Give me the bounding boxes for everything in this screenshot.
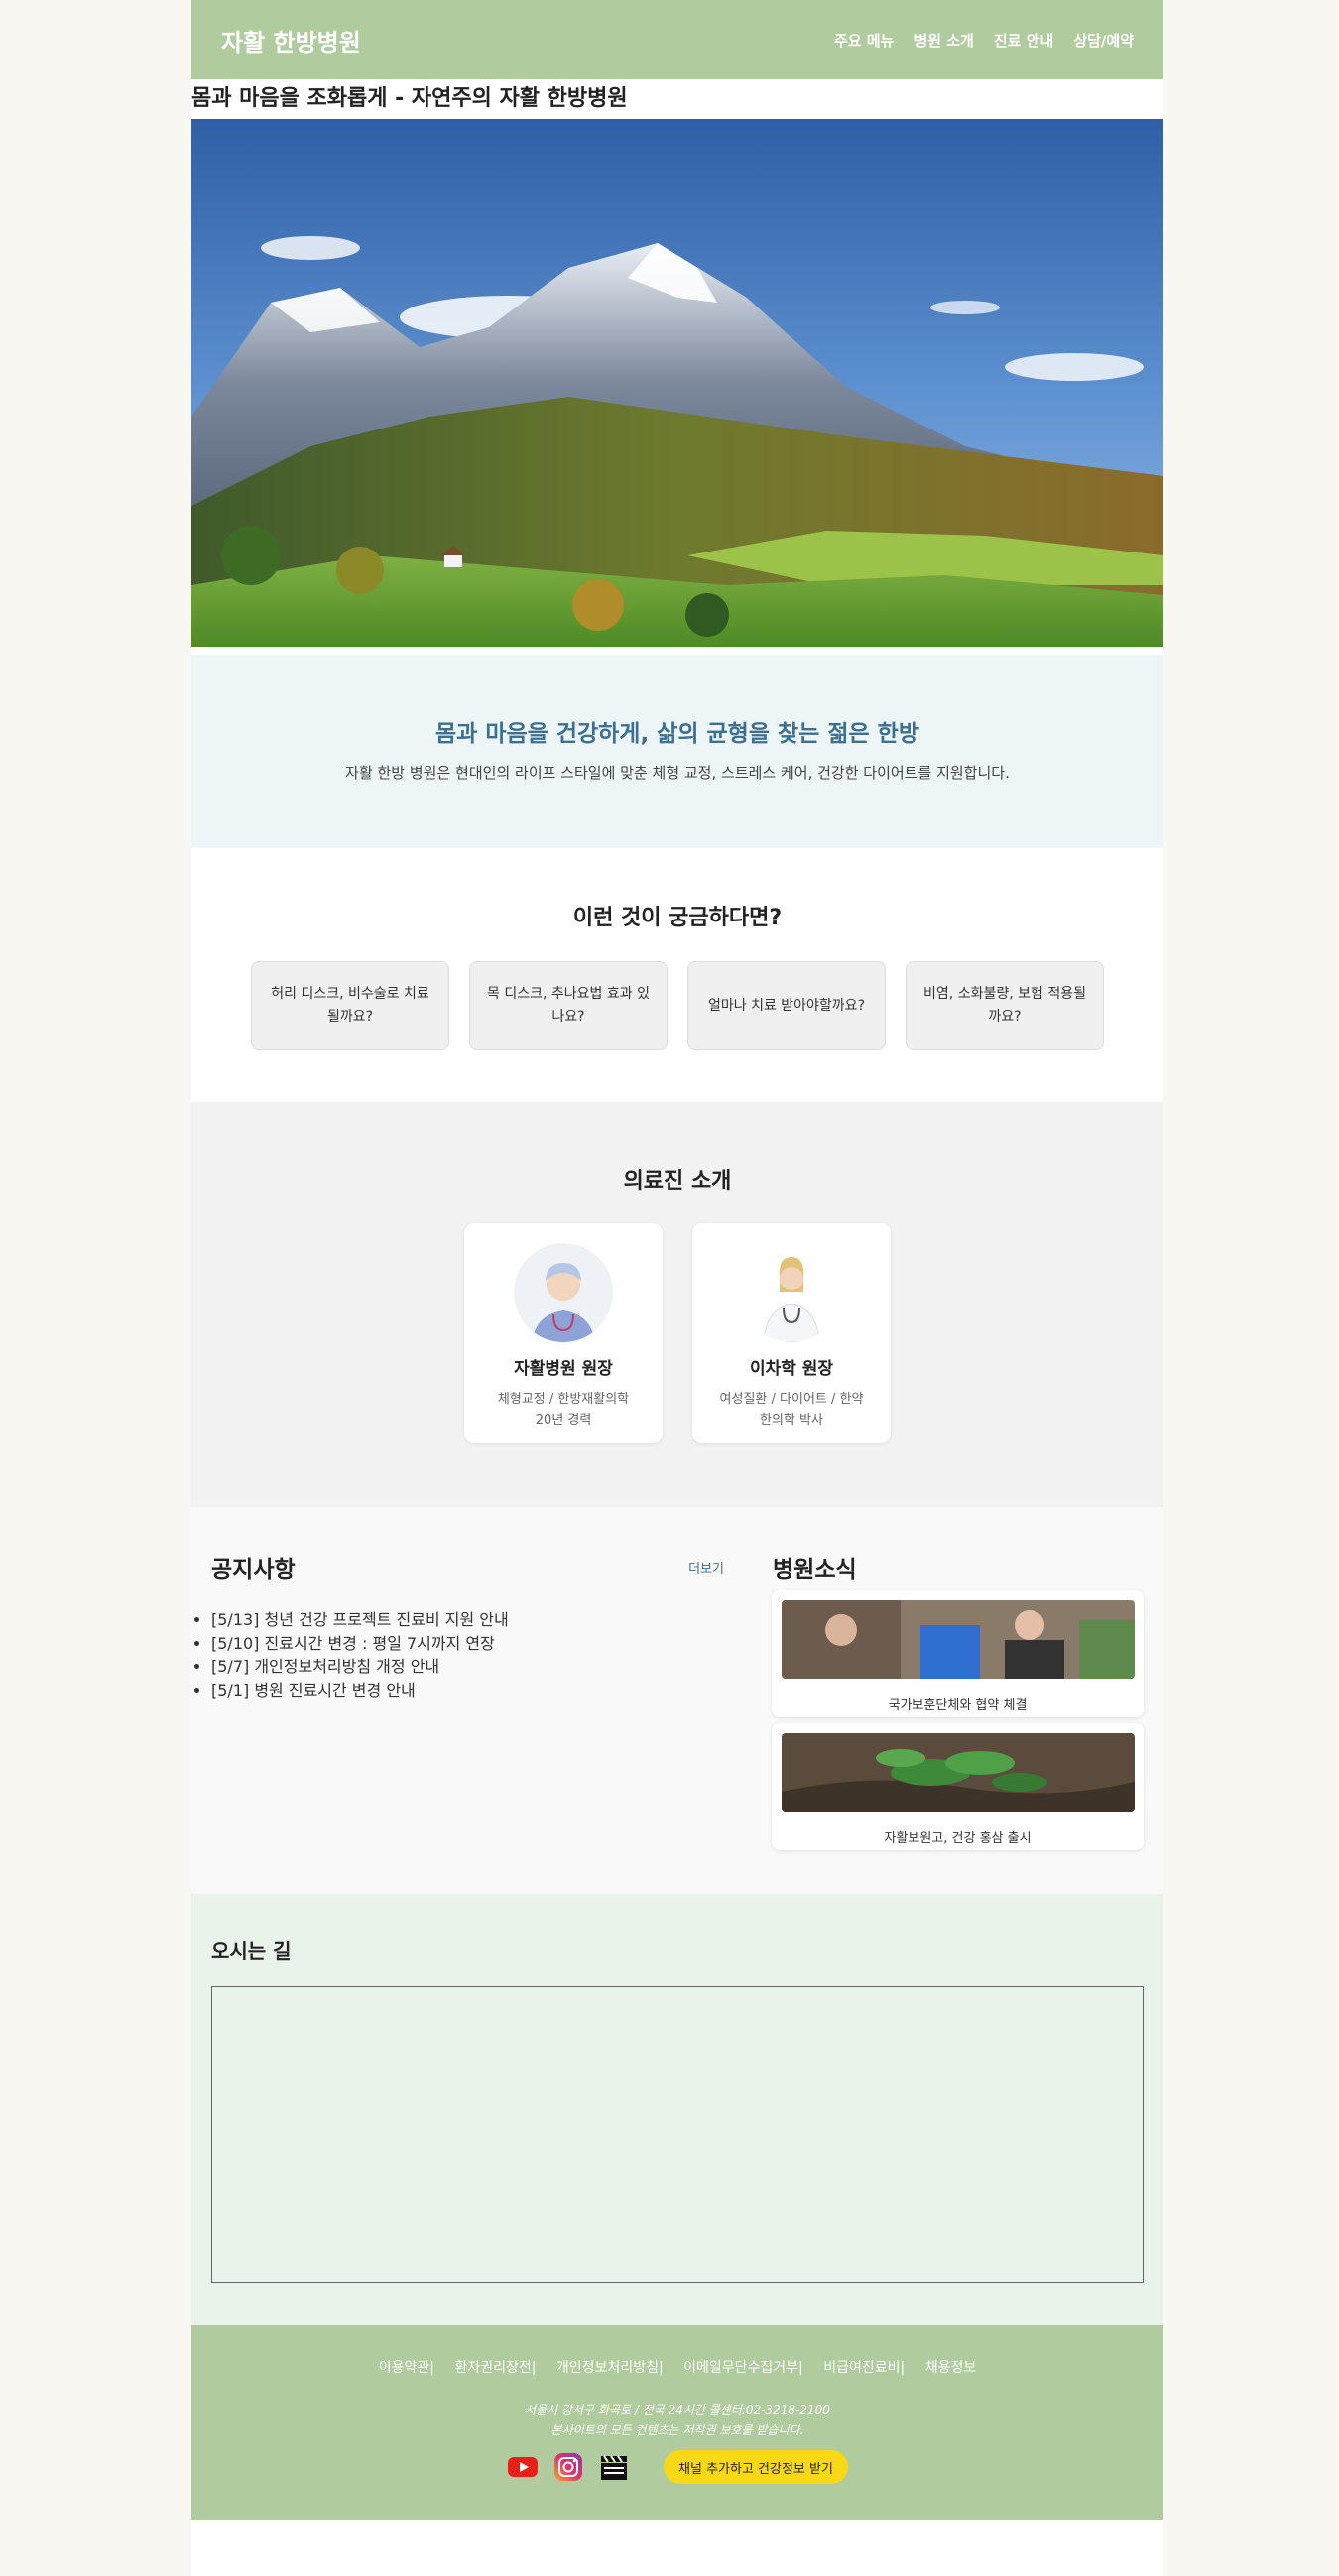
doctor-card[interactable]: 자활병원 원장 체형교정 / 한방재활의학 20년 경력 (464, 1223, 663, 1443)
nav-treatment[interactable]: 진료 안내 (994, 30, 1053, 51)
faq-section: 이런 것이 궁금하다면? 허리 디스크, 비수술로 치료될까요? 목 디스크, … (191, 848, 1163, 1102)
faq-title: 이런 것이 궁금하다면? (572, 906, 783, 930)
faq-card-insurance[interactable]: 비염, 소화불량, 보험 적용될까요? (906, 961, 1104, 1050)
news-caption: 자활보원고, 건강 홍삼 출시 (884, 1831, 1032, 1846)
doctor-photo (514, 1243, 613, 1342)
footer-link-patient-rights[interactable]: 환자권리장전| (454, 2360, 536, 2376)
doctor-specialty: 체형교정 / 한방재활의학 (497, 1392, 630, 1407)
doctors-section: 의료진 소개 자활병원 원장 체형교정 / 한방재활의학 20년 경력 이차학 … (191, 1102, 1163, 1507)
news-image (782, 1600, 1135, 1679)
doctor-career: 한의학 박사 (760, 1413, 823, 1428)
doctor-specialty: 여성질환 / 다이어트 / 한약 (719, 1392, 864, 1407)
nav-about[interactable]: 병원 소개 (913, 30, 973, 51)
doctor-photo (742, 1243, 841, 1343)
logo[interactable]: 자활 한방병원 (221, 23, 361, 58)
footer-link-terms[interactable]: 이용약관| (379, 2360, 434, 2376)
site-header: 자활 한방병원 주요 메뉴 병원 소개 진료 안내 상담/예약 (191, 0, 1163, 79)
notice-item[interactable]: [5/13] 청년 건강 프로젝트 진료비 지원 안내 (211, 1606, 724, 1630)
hospital-news: 병원소식 국가보훈단체와 협약 체결 자활보원고, 건강 홍삼 출시 (772, 1550, 1144, 1894)
clapperboard-icon[interactable] (598, 2451, 630, 2483)
nav-main-menu[interactable]: 주요 메뉴 (834, 30, 894, 51)
more-link[interactable]: 더보기 (688, 1558, 724, 1577)
doctor-list: 자활병원 원장 체형교정 / 한방재활의학 20년 경력 이차학 원장 여성질환… (191, 1223, 1163, 1443)
news-card[interactable]: 자활보원고, 건강 홍삼 출시 (772, 1723, 1144, 1850)
notice-list: [5/13] 청년 건강 프로젝트 진료비 지원 안내 [5/10] 진료시간 … (211, 1606, 724, 1701)
notice-title: 공지사항 (211, 1557, 296, 1583)
social-bar: 채널 추가하고 건강정보 받기 (191, 2450, 1163, 2484)
site-footer: 이용약관| 환자권리장전| 개인정보처리방침| 이메일무단수집거부| 비급여진료… (191, 2325, 1163, 2520)
doctor-name: 자활병원 원장 (514, 1359, 613, 1379)
intro-section: 몸과 마음을 건강하게, 삶의 균형을 찾는 젊은 한방 자활 한방 병원은 현… (191, 655, 1163, 848)
directions-section: 오시는 길 (191, 1894, 1163, 2325)
youtube-icon[interactable] (507, 2451, 539, 2483)
footer-links: 이용약관| 환자권리장전| 개인정보처리방침| 이메일무단수집거부| 비급여진료… (191, 2357, 1163, 2377)
doctor-card[interactable]: 이차학 원장 여성질환 / 다이어트 / 한약 한의학 박사 (692, 1223, 891, 1443)
doctor-name: 이차학 원장 (749, 1359, 834, 1379)
footer-link-email-policy[interactable]: 이메일무단수집거부| (683, 2360, 803, 2376)
faq-card-back-disc[interactable]: 허리 디스크, 비수술로 치료될까요? (251, 961, 449, 1050)
hero-mountain-image (191, 119, 1163, 647)
footer-address: 서울시 강서구 화곡로 / 전국 24시간 콜센터:02-3218-2100 (525, 2403, 830, 2417)
faq-card-neck-disc[interactable]: 목 디스크, 추나요법 효과 있나요? (469, 961, 668, 1050)
main-nav: 주요 메뉴 병원 소개 진료 안내 상담/예약 (834, 30, 1134, 51)
page: 자활 한방병원 주요 메뉴 병원 소개 진료 안내 상담/예약 몸과 마음을 조… (191, 0, 1163, 2576)
faq-card-duration[interactable]: 얼마나 치료 받아야할까요? (687, 961, 886, 1050)
news-section: 공지사항 더보기 [5/13] 청년 건강 프로젝트 진료비 지원 안내 [5/… (191, 1507, 1163, 1894)
faq-list: 허리 디스크, 비수술로 치료될까요? 목 디스크, 추나요법 효과 있나요? … (191, 961, 1163, 1050)
nav-reservation[interactable]: 상담/예약 (1073, 30, 1134, 51)
news-caption: 국가보훈단체와 협약 체결 (888, 1698, 1028, 1713)
footer-link-privacy[interactable]: 개인정보처리방침| (556, 2360, 664, 2376)
instagram-icon[interactable] (552, 2451, 584, 2483)
intro-title: 몸과 마음을 건강하게, 삶의 균형을 찾는 젊은 한방 (435, 721, 919, 747)
notice-item[interactable]: [5/1] 병원 진료시간 변경 안내 (211, 1677, 724, 1701)
intro-text: 자활 한방 병원은 현대인의 라이프 스타일에 맞춘 체형 교정, 스트레스 케… (345, 764, 1010, 782)
news-image (782, 1733, 1135, 1812)
notice-item[interactable]: [5/10] 진료시간 변경 : 평일 7시까지 연장 (211, 1630, 724, 1654)
footer-link-careers[interactable]: 채용정보 (925, 2360, 977, 2376)
doctor-career: 20년 경력 (535, 1413, 592, 1428)
notice-header: 공지사항 더보기 (211, 1550, 724, 1584)
footer-link-nonpay-fees[interactable]: 비급여진료비| (823, 2360, 905, 2376)
hospital-news-title: 병원소식 (773, 1557, 857, 1583)
map-frame[interactable] (211, 1986, 1144, 2283)
notice-board: 공지사항 더보기 [5/13] 청년 건강 프로젝트 진료비 지원 안내 [5/… (211, 1550, 724, 1894)
doctors-title: 의료진 소개 (623, 1169, 732, 1194)
kakao-channel-button[interactable]: 채널 추가하고 건강정보 받기 (664, 2450, 848, 2484)
notice-item[interactable]: [5/7] 개인정보처리방침 개정 안내 (211, 1654, 724, 1677)
footer-copyright: 본사이트의 모든 컨텐츠는 저작권 보호를 받습니다. (550, 2423, 804, 2437)
news-card[interactable]: 국가보훈단체와 협약 체결 (772, 1590, 1144, 1717)
directions-title: 오시는 길 (211, 1939, 292, 1963)
page-subtitle: 몸과 마음을 조화롭게 - 자연주의 자활 한방병원 (191, 86, 628, 111)
